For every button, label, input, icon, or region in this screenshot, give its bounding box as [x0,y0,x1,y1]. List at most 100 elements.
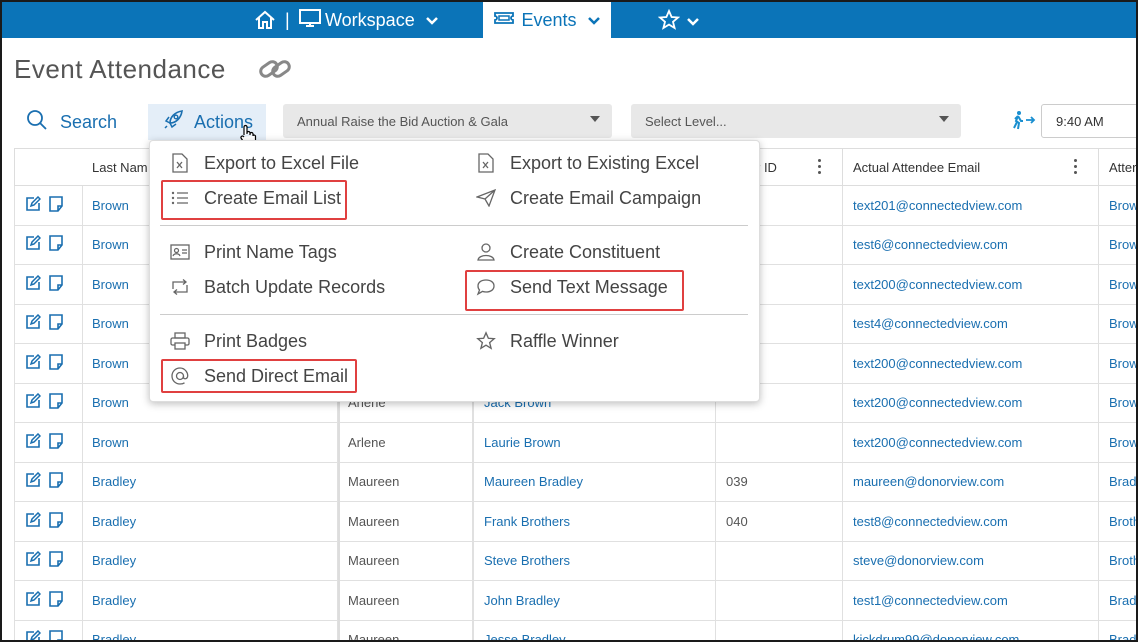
menu-item-send-direct-email[interactable]: Send Direct Email [170,363,348,389]
note-icon[interactable] [49,314,63,333]
row-actions-cell [14,502,83,542]
cell-next[interactable]: Broth [1099,502,1136,542]
note-icon[interactable] [49,511,63,531]
edit-icon[interactable] [25,511,42,531]
edit-icon[interactable] [25,472,42,491]
note-icon[interactable] [49,432,63,452]
cell-next[interactable]: Brow [1099,305,1136,344]
cell-email[interactable]: text200@connectedview.com [843,344,1099,384]
cell-next[interactable]: Brow [1099,384,1136,423]
table-row[interactable]: Bradley Maureen Steve Brothers steve@donorv… [14,541,1136,581]
cell-last[interactable]: Bradley [82,502,338,542]
note-icon[interactable] [49,353,63,373]
menu-item-create-campaign[interactable]: Create Email Campaign [476,185,701,211]
cell-email[interactable]: text201@connectedview.com [843,186,1099,226]
note-icon[interactable] [49,551,63,570]
event-select[interactable]: Annual Raise the Bid Auction & Gala [283,104,612,138]
cell-next[interactable]: Broth [1099,542,1136,581]
edit-icon[interactable] [25,432,42,452]
tab-events[interactable]: Events [483,2,611,38]
menu-item-print-badges[interactable]: Print Badges [170,328,307,354]
row-icons [25,353,63,373]
cell-next[interactable]: Brow [1099,265,1136,305]
table-row[interactable]: Brown Arlene Laurie Brown text200@connected… [14,423,1136,463]
edit-icon[interactable] [25,274,42,294]
edit-icon[interactable] [25,195,42,215]
note-icon[interactable] [49,590,63,610]
edit-icon[interactable] [25,235,42,254]
time-input[interactable] [1041,104,1136,138]
menu-label: Raffle Winner [510,330,619,351]
favorites-menu[interactable] [657,8,700,36]
header-last-name-label: Last Nam [92,159,148,175]
cell-attendee[interactable]: Frank Brothers [473,502,716,542]
cell-next[interactable]: Brad [1099,621,1136,640]
cell-attendee[interactable]: John Bradley [473,581,716,621]
cell-email[interactable]: kickdrum99@donorview.com [843,620,1099,640]
cell-attendee[interactable]: Laurie Brown [473,423,716,463]
menu-item-raffle-winner[interactable]: Raffle Winner [476,328,619,354]
cell-last[interactable]: Brown [82,423,338,463]
search-button[interactable]: Search [26,109,117,136]
cell-next[interactable]: Brow [1099,186,1136,226]
cell-attendee[interactable]: Jesse Bradley [473,620,716,640]
menu-item-create-email-list[interactable]: Create Email List [170,185,341,211]
edit-icon[interactable] [25,551,42,570]
column-menu-icon[interactable] [1074,159,1078,177]
level-select[interactable]: Select Level... [631,104,961,138]
edit-icon[interactable] [25,630,42,640]
menu-label: Export to Existing Excel [510,152,700,173]
menu-item-batch-update[interactable]: Batch Update Records [170,274,385,300]
cell-email[interactable]: text200@connectedview.com [843,265,1099,305]
home-icon[interactable] [254,9,276,31]
cell-last[interactable]: Bradley [82,541,338,581]
cell-next[interactable]: Brow [1099,344,1136,384]
cell-next[interactable]: Brow [1099,423,1136,463]
cell-attendee[interactable]: Maureen Bradley [473,462,716,502]
cell-email[interactable]: text200@connectedview.com [843,383,1099,423]
header-actual-email[interactable]: Actual Attendee Email [843,148,1099,186]
cell-next[interactable]: Brow [1099,226,1136,265]
list-icon [170,190,190,206]
cell-last[interactable]: Bradley [82,462,338,502]
table-row[interactable]: Bradley Maureen Maureen Bradley 039 maureen@… [14,462,1136,502]
link-icon[interactable] [258,56,292,87]
table-row[interactable]: Bradley Maureen John Bradley test1@connecte… [14,581,1136,621]
cell-email[interactable]: test6@connectedview.com [843,225,1099,265]
table-row[interactable]: Bradley Maureen Jesse Bradley kickdrum99@do… [14,620,1136,640]
cell-next[interactable]: Brad [1099,463,1136,502]
edit-icon[interactable] [25,393,42,412]
cell-email[interactable]: maureen@donorview.com [843,462,1099,502]
check-in-walk-icon[interactable] [1012,110,1038,135]
note-icon[interactable] [49,630,63,640]
menu-item-send-text[interactable]: Send Text Message [476,274,668,300]
chevron-down-icon [587,10,601,31]
cell-email[interactable]: test1@connectedview.com [843,581,1099,621]
cell-next[interactable]: Brad [1099,581,1136,621]
menu-item-export-excel[interactable]: Export to Excel File [170,150,359,176]
search-label: Search [60,112,118,132]
cell-email[interactable]: text200@connectedview.com [843,423,1099,463]
workspace-menu[interactable]: Workspace [299,8,439,32]
cell-email[interactable]: test4@connectedview.com [843,304,1099,344]
cell-email[interactable]: test8@connectedview.com [843,502,1099,542]
table-row[interactable]: Bradley Maureen Frank Brothers 040 test8@con… [14,502,1136,542]
edit-icon[interactable] [25,353,42,373]
column-menu-icon[interactable] [818,159,822,177]
cell-email[interactable]: steve@donorview.com [843,541,1099,581]
cell-last[interactable]: Bradley [82,581,338,621]
menu-item-print-name-tags[interactable]: Print Name Tags [170,239,337,265]
note-icon[interactable] [49,393,63,412]
note-icon[interactable] [49,235,63,254]
note-icon[interactable] [49,472,63,491]
edit-icon[interactable] [25,590,42,610]
menu-item-create-constituent[interactable]: Create Constituent [476,239,660,265]
note-icon[interactable] [49,195,63,215]
header-attendee-last[interactable]: Atter [1099,148,1136,186]
cell-last[interactable]: Bradley [82,620,338,640]
level-select-value: Select Level... [645,113,727,129]
edit-icon[interactable] [25,314,42,333]
cell-attendee[interactable]: Steve Brothers [473,541,716,581]
note-icon[interactable] [49,274,63,294]
menu-item-export-existing[interactable]: Export to Existing Excel [476,150,699,176]
